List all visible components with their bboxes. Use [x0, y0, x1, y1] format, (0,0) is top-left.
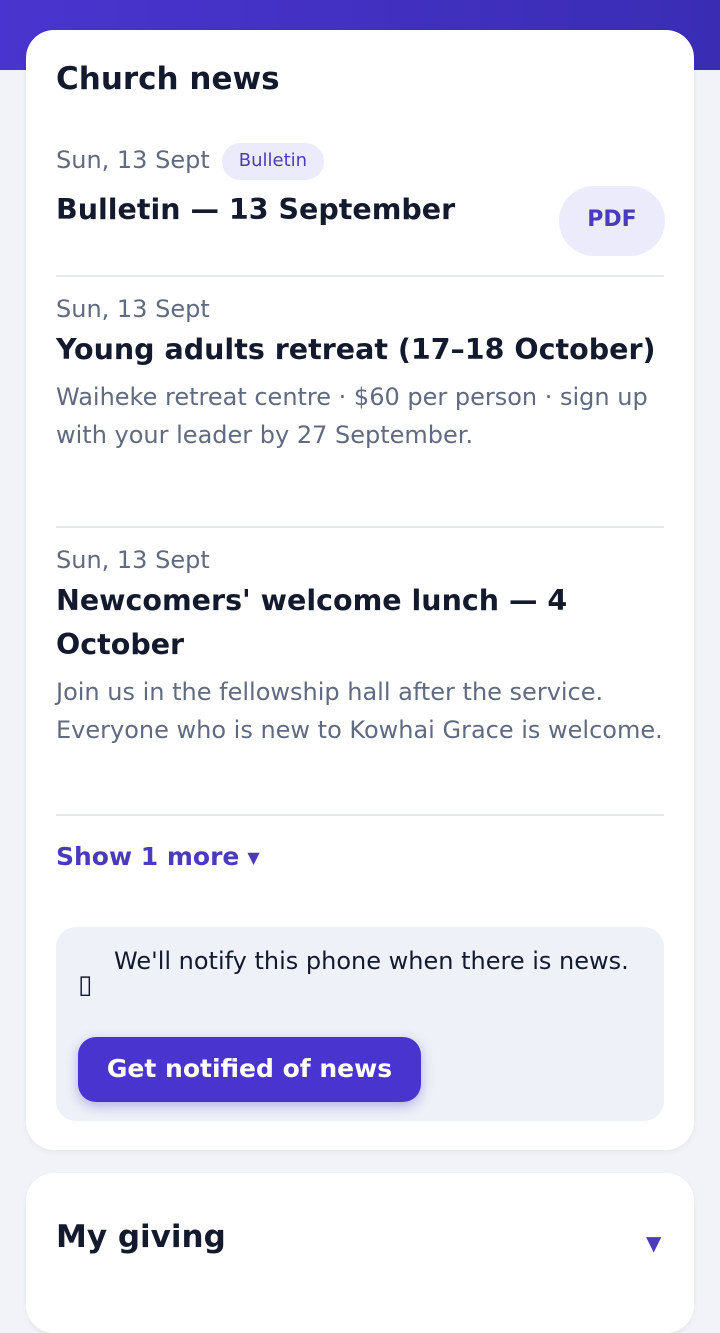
news-item-description: Waiheke retreat centre · $60 per person …: [56, 383, 648, 449]
my-giving-title: My giving: [56, 1219, 226, 1255]
church-news-card: Church news Sun, 13 Sept Bulletin Bulleti…: [26, 30, 694, 1150]
news-item-lunch[interactable]: Sun, 13 Sept Newcomers' welcome lunch — …: [56, 546, 664, 749]
get-notified-button[interactable]: Get notified of news: [78, 1037, 421, 1102]
show-more-button[interactable]: Show 1 more ▼: [56, 842, 260, 871]
news-item-date: Sun, 13 Sept: [56, 146, 210, 174]
notify-panel: ▯ We'll notify this phone when there is …: [56, 927, 664, 1121]
news-item-date: Sun, 13 Sept: [56, 295, 210, 323]
news-item-badge: Bulletin: [221, 143, 325, 180]
show-more-label: Show 1 more: [56, 842, 240, 871]
news-item-title: Young adults retreat (17–18 October): [56, 333, 656, 366]
chevron-down-icon: ▼: [247, 848, 260, 867]
news-item-retreat[interactable]: Sun, 13 Sept Young adults retreat (17–18…: [56, 295, 664, 454]
divider: [56, 814, 664, 816]
pdf-button[interactable]: PDF: [559, 186, 665, 256]
church-news-title: Church news: [56, 61, 280, 97]
my-giving-card[interactable]: My giving ▼: [26, 1173, 694, 1333]
news-item-description: Join us in the fellowship hall after the…: [56, 678, 663, 744]
divider: [56, 275, 664, 277]
divider: [56, 526, 664, 528]
chevron-down-icon[interactable]: ▼: [646, 1231, 661, 1255]
notify-text: We'll notify this phone when there is ne…: [114, 947, 629, 975]
phone-icon: ▯: [78, 970, 93, 1000]
news-item-date: Sun, 13 Sept: [56, 546, 210, 574]
news-item-title: Newcomers' welcome lunch — 4 October: [56, 584, 568, 661]
